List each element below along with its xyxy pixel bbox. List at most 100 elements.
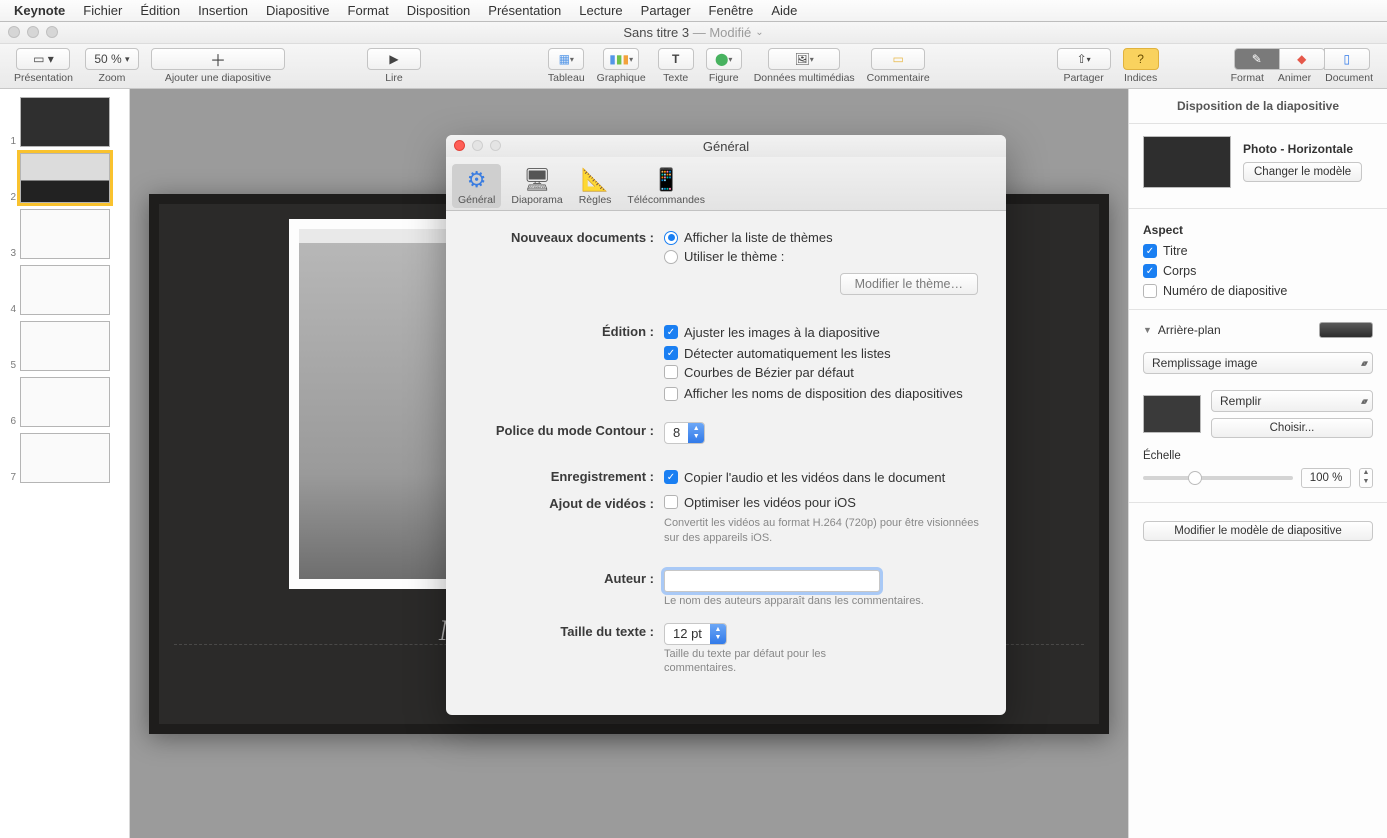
tab-rulers[interactable]: 📐Règles (573, 164, 618, 208)
slide-thumb-1[interactable]: 1 (0, 94, 129, 150)
outline-font-label: Police du mode Contour : (468, 422, 664, 438)
inspector-panel: Disposition de la diapositive Photo - Ho… (1128, 89, 1387, 838)
share-button[interactable]: ⇧ ▾ (1057, 48, 1111, 70)
checkbox-bezier[interactable]: Courbes de Bézier par défaut (664, 365, 854, 380)
slide-thumb-7[interactable]: 7 (0, 430, 129, 486)
title-chevron-icon[interactable]: ⌄ (755, 27, 763, 38)
slide-thumb-2[interactable]: 2 (0, 150, 129, 206)
comment-label: Commentaire (867, 72, 930, 84)
slide-thumb-3[interactable]: 3 (0, 206, 129, 262)
menu-view[interactable]: Présentation (488, 3, 561, 18)
change-layout-button[interactable]: Changer le modèle (1243, 162, 1362, 182)
menu-edit[interactable]: Édition (140, 3, 180, 18)
animate-panel-button[interactable]: ◆ (1279, 48, 1325, 70)
format-panel-button[interactable]: ✎ (1234, 48, 1280, 70)
dialog-minimize-icon (472, 140, 483, 151)
dialog-titlebar[interactable]: Général (446, 135, 1006, 157)
scale-stepper[interactable]: ▲▼ (1359, 468, 1373, 488)
menu-app[interactable]: Keynote (14, 3, 65, 18)
menu-help[interactable]: Aide (771, 3, 797, 18)
text-label: Texte (663, 72, 688, 84)
tab-remotes[interactable]: 📱Télécommandes (621, 164, 711, 208)
slide-thumb-6[interactable]: 6 (0, 374, 129, 430)
body-checkbox-row[interactable]: ✓Corps (1129, 261, 1387, 281)
text-size-select[interactable]: 12 pt▲▼ (664, 623, 727, 645)
ruler-icon: 📐 (580, 166, 610, 194)
tab-general[interactable]: ⚙︎Général (452, 164, 501, 208)
zoom-button[interactable]: 50 % ▾ (85, 48, 139, 70)
checkbox-fit-images[interactable]: ✓Ajuster les images à la diapositive (664, 325, 880, 340)
document-modified-label: — Modifié (693, 25, 752, 40)
menu-share[interactable]: Partager (641, 3, 691, 18)
phone-icon: 📱 (651, 166, 681, 194)
fill-type-select[interactable]: Remplissage image▴▾ (1143, 352, 1373, 374)
fullscreen-icon[interactable] (46, 26, 58, 38)
author-input[interactable] (664, 570, 880, 592)
scale-mode-select[interactable]: Remplir▴▾ (1211, 390, 1373, 412)
play-button[interactable]: ▶ (367, 48, 421, 70)
menu-file[interactable]: Fichier (83, 3, 122, 18)
close-icon[interactable] (8, 26, 20, 38)
slide-number-checkbox-row[interactable]: Numéro de diapositive (1129, 281, 1387, 301)
layout-thumbnail (1143, 136, 1231, 188)
minimize-icon[interactable] (27, 26, 39, 38)
gear-icon: ⚙︎ (462, 166, 492, 194)
dialog-close-icon[interactable] (454, 140, 465, 151)
background-disclosure[interactable]: ▼ Arrière-plan (1129, 318, 1387, 342)
new-documents-label: Nouveaux documents : (468, 229, 664, 245)
radio-show-theme-list[interactable]: Afficher la liste de thèmes (664, 230, 833, 245)
checkbox-icon[interactable]: ✓ (1143, 264, 1157, 278)
text-button[interactable]: T (658, 48, 694, 70)
view-mode-button[interactable]: ▭ ▾ (16, 48, 70, 70)
media-button[interactable]: 🖼 ▾ (768, 48, 840, 70)
main-toolbar: ▭ ▾ Présentation 50 % ▾ Zoom ＋ Ajouter u… (0, 44, 1387, 89)
document-label: Document (1325, 72, 1373, 84)
shape-button[interactable]: ⬤ ▾ (706, 48, 742, 70)
checkbox-detect-lists[interactable]: ✓Détecter automatiquement les listes (664, 346, 891, 361)
chart-button[interactable]: ▮▮▮ ▾ (603, 48, 639, 70)
play-label: Lire (385, 72, 403, 84)
tips-button[interactable]: ? (1123, 48, 1159, 70)
slide-thumb-5[interactable]: 5 (0, 318, 129, 374)
choose-image-button[interactable]: Choisir... (1211, 418, 1373, 438)
window-traffic-lights[interactable] (8, 26, 58, 38)
edit-master-button[interactable]: Modifier le modèle de diapositive (1143, 521, 1373, 541)
window-titlebar: Sans titre 3 — Modifié ⌄ (0, 22, 1387, 44)
add-slide-label: Ajouter une diapositive (165, 72, 271, 84)
scale-slider[interactable] (1143, 476, 1293, 480)
menu-insert[interactable]: Insertion (198, 3, 248, 18)
animate-label: Animer (1278, 72, 1311, 84)
zoom-label: Zoom (99, 72, 126, 84)
disclosure-triangle-icon[interactable]: ▼ (1143, 325, 1152, 335)
background-swatch[interactable] (1319, 322, 1373, 338)
menu-arrange[interactable]: Disposition (407, 3, 471, 18)
scale-value-field[interactable]: 100 % (1301, 468, 1351, 488)
menu-window[interactable]: Fenêtre (709, 3, 754, 18)
comment-button[interactable]: ▭ (871, 48, 925, 70)
checkbox-icon[interactable]: ✓ (1143, 244, 1157, 258)
shape-label: Figure (709, 72, 739, 84)
menu-format[interactable]: Format (348, 3, 389, 18)
checkbox-optimize-videos[interactable]: Optimiser les vidéos pour iOS (664, 495, 856, 510)
checkbox-icon[interactable] (1143, 284, 1157, 298)
editing-label: Édition : (468, 323, 664, 339)
title-checkbox-row[interactable]: ✓Titre (1129, 241, 1387, 261)
slide-thumb-4[interactable]: 4 (0, 262, 129, 318)
tab-slideshow[interactable]: 🖥Diaporama (505, 164, 568, 208)
slide-navigator[interactable]: 1 2 3 4 5 6 7 (0, 89, 130, 838)
checkbox-copy-av[interactable]: ✓Copier l'audio et les vidéos dans le do… (664, 470, 945, 485)
checkbox-show-layout-names[interactable]: Afficher les noms de disposition des dia… (664, 386, 963, 401)
menu-slide[interactable]: Diapositive (266, 3, 330, 18)
scale-label: Échelle (1143, 450, 1373, 462)
slider-knob[interactable] (1188, 471, 1202, 485)
fill-preview (1143, 395, 1201, 433)
outline-font-select[interactable]: 8▲▼ (664, 422, 705, 444)
document-panel-button[interactable]: ▯ (1324, 48, 1370, 70)
add-slide-button[interactable]: ＋ (151, 48, 285, 70)
system-menubar[interactable]: Keynote Fichier Édition Insertion Diapos… (0, 0, 1387, 22)
menu-play[interactable]: Lecture (579, 3, 622, 18)
modify-theme-button[interactable]: Modifier le thème… (840, 273, 978, 295)
tips-label: Indices (1124, 72, 1157, 84)
table-button[interactable]: ▦ ▾ (548, 48, 584, 70)
radio-use-theme[interactable]: Utiliser le thème : (664, 249, 784, 264)
